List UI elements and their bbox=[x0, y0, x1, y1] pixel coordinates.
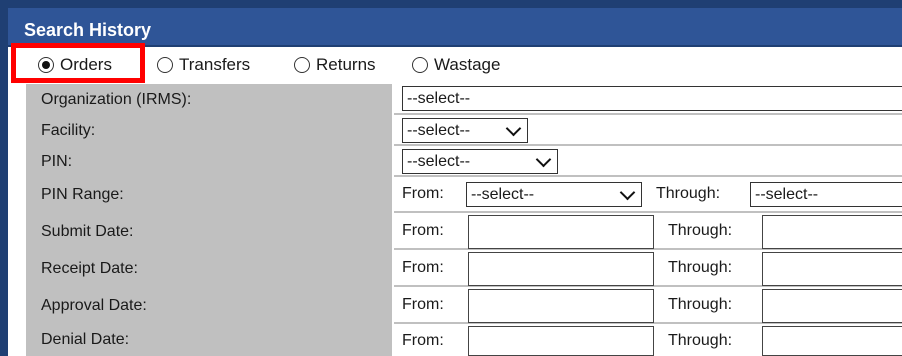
denial-date-from-input[interactable] bbox=[468, 326, 654, 356]
radio-returns[interactable]: Returns bbox=[294, 53, 376, 77]
receipt-date-through-label: Through: bbox=[668, 259, 733, 276]
denial-date-through-input[interactable] bbox=[762, 326, 902, 356]
row-approval-date: Approval Date: From: Through: bbox=[26, 287, 902, 324]
approval-date-label: Approval Date: bbox=[26, 287, 392, 324]
receipt-date-label: Receipt Date: bbox=[26, 250, 392, 287]
orders-highlight-box bbox=[11, 43, 145, 83]
denial-date-from-label: From: bbox=[402, 332, 444, 349]
pin-range-through-select[interactable]: --select-- bbox=[750, 182, 902, 207]
submit-date-through-input[interactable] bbox=[762, 215, 902, 249]
pin-range-from-select[interactable]: --select-- bbox=[466, 182, 642, 207]
pin-label: PIN: bbox=[26, 146, 392, 177]
receipt-date-from-label: From: bbox=[402, 259, 444, 276]
receipt-date-value-cell: From: Through: bbox=[394, 250, 902, 287]
chevron-down-icon bbox=[535, 151, 552, 168]
pin-range-through-label: Through: bbox=[656, 185, 721, 202]
organization-label: Organization (IRMS): bbox=[26, 84, 392, 115]
submit-date-value-cell: From: Through: bbox=[394, 213, 902, 250]
radio-transfers[interactable]: Transfers bbox=[157, 53, 250, 77]
denial-date-value-cell: From: Through: bbox=[394, 324, 902, 356]
pin-range-through-value: --select-- bbox=[755, 185, 819, 203]
radio-transfers-label: Transfers bbox=[179, 55, 251, 74]
panel-title: Search History bbox=[24, 20, 152, 40]
submit-date-label: Submit Date: bbox=[26, 213, 392, 250]
approval-date-through-input[interactable] bbox=[762, 289, 902, 323]
pin-select-value: --select-- bbox=[407, 152, 471, 170]
panel-header: Search History bbox=[8, 8, 902, 47]
organization-select[interactable]: --select-- bbox=[402, 86, 902, 111]
approval-date-from-input[interactable] bbox=[468, 289, 654, 323]
row-facility: Facility: --select-- bbox=[26, 115, 902, 146]
radio-returns-label: Returns bbox=[316, 55, 376, 74]
approval-date-from-label: From: bbox=[402, 296, 444, 313]
pin-range-from-value: --select-- bbox=[471, 185, 535, 203]
receipt-date-from-input[interactable] bbox=[468, 252, 654, 286]
organization-value-cell: --select-- bbox=[394, 84, 902, 115]
row-receipt-date: Receipt Date: From: Through: bbox=[26, 250, 902, 287]
pin-range-label: PIN Range: bbox=[26, 177, 392, 213]
pin-select[interactable]: --select-- bbox=[402, 149, 558, 174]
denial-date-label: Denial Date: bbox=[26, 324, 392, 356]
chevron-down-icon bbox=[505, 120, 522, 137]
facility-select-value: --select-- bbox=[407, 121, 471, 139]
facility-select[interactable]: --select-- bbox=[402, 118, 528, 143]
facility-label: Facility: bbox=[26, 115, 392, 146]
approval-date-value-cell: From: Through: bbox=[394, 287, 902, 324]
radio-wastage[interactable]: Wastage bbox=[412, 53, 500, 77]
row-denial-date: Denial Date: From: Through: bbox=[26, 324, 902, 356]
receipt-date-through-input[interactable] bbox=[762, 252, 902, 286]
submit-date-through-label: Through: bbox=[668, 222, 733, 239]
radio-wastage-button[interactable] bbox=[412, 57, 428, 73]
denial-date-through-label: Through: bbox=[668, 332, 733, 349]
facility-value-cell: --select-- bbox=[394, 115, 902, 146]
row-submit-date: Submit Date: From: Through: bbox=[26, 213, 902, 250]
pin-value-cell: --select-- bbox=[394, 146, 902, 177]
approval-date-through-label: Through: bbox=[668, 296, 733, 313]
row-organization: Organization (IRMS): --select-- bbox=[26, 84, 902, 115]
organization-select-value: --select-- bbox=[407, 89, 471, 107]
submit-date-from-input[interactable] bbox=[468, 215, 654, 249]
row-pin-range: PIN Range: From: --select-- Through: --s… bbox=[26, 177, 902, 213]
radio-wastage-label: Wastage bbox=[434, 55, 501, 74]
pin-range-value-cell: From: --select-- Through: --select-- bbox=[394, 177, 902, 213]
row-pin: PIN: --select-- bbox=[26, 146, 902, 177]
pin-range-from-label: From: bbox=[402, 185, 444, 202]
chevron-down-icon bbox=[619, 184, 636, 201]
radio-transfers-button[interactable] bbox=[157, 57, 173, 73]
radio-returns-button[interactable] bbox=[294, 57, 310, 73]
submit-date-from-label: From: bbox=[402, 222, 444, 239]
